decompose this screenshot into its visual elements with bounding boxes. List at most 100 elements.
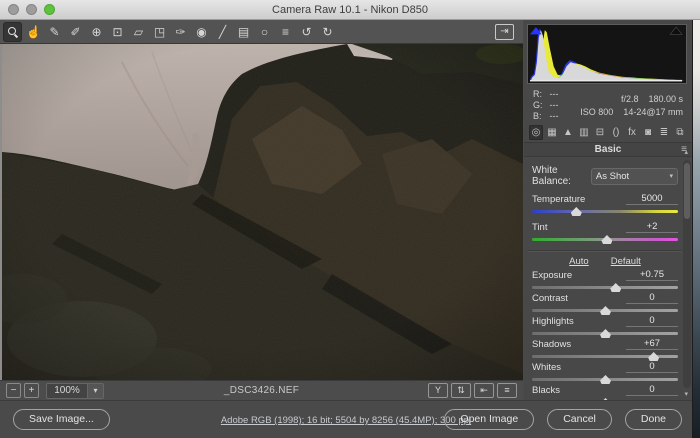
slider-track[interactable] [532, 305, 678, 315]
preferences-button[interactable]: ≡ [276, 22, 295, 42]
slider-value[interactable]: 0 [626, 292, 678, 304]
preview-mode-button[interactable]: Y [428, 383, 448, 398]
tab-presets[interactable]: ≣ [657, 125, 671, 140]
panel-scrollbar[interactable] [683, 160, 691, 388]
slider-track[interactable] [532, 328, 678, 338]
arrow-into-bar-icon: ⇤ [480, 386, 488, 395]
slider-label: Blacks [532, 385, 560, 396]
white-balance-label: White Balance: [532, 165, 591, 187]
slider-track[interactable] [532, 206, 678, 216]
radial-filter-tool[interactable]: ○ [255, 22, 274, 42]
rotate-left-icon: ↺ [301, 26, 311, 38]
done-button[interactable]: Done [625, 409, 682, 430]
graduated-filter-tool[interactable]: ▤ [234, 22, 253, 42]
window-title: Camera Raw 10.1 - Nikon D850 [0, 4, 700, 16]
straighten-tool[interactable]: ▱ [129, 22, 148, 42]
whites-slider: Whites 0 [532, 362, 678, 384]
lens-value: 14-24@17 mm [623, 107, 683, 117]
hand-tool[interactable]: ☝ [24, 22, 43, 42]
slider-value[interactable]: +2 [626, 221, 678, 233]
scroll-down-icon[interactable]: ▾ [684, 390, 688, 398]
highlight-clipping-indicator[interactable] [670, 27, 682, 34]
photo-preview[interactable] [2, 44, 523, 380]
camera-icon: ◙ [645, 128, 651, 138]
white-balance-tool[interactable]: ✎ [45, 22, 64, 42]
histogram[interactable] [527, 24, 687, 84]
tab-hsl-grayscale[interactable]: ▥ [577, 125, 591, 140]
color-sampler-tool[interactable]: ✐ [66, 22, 85, 42]
targeted-adjustment-tool[interactable]: ⊕ [87, 22, 106, 42]
rotate-cw-button[interactable]: ↻ [318, 22, 337, 42]
tab-snapshots[interactable]: ⧉ [673, 125, 687, 140]
tab-camera-calibration[interactable]: ◙ [641, 125, 655, 140]
desktop-background-strip [692, 20, 700, 438]
slider-track[interactable] [532, 374, 678, 384]
eyedropper-target-icon: ✐ [70, 26, 80, 38]
default-link[interactable]: Default [611, 256, 641, 267]
tab-split-toning[interactable]: ⊟ [593, 125, 607, 140]
cancel-button[interactable]: Cancel [547, 409, 612, 430]
rotate-ccw-button[interactable]: ↺ [297, 22, 316, 42]
preview-preferences-button[interactable]: ≡ [497, 383, 517, 398]
camera-raw-window: Camera Raw 10.1 - Nikon D850 ☝ ✎ ✐ ⊕ ⊡ ▱… [0, 0, 700, 438]
tab-detail[interactable]: ▲ [561, 125, 575, 140]
red-eye-tool[interactable]: ◉ [192, 22, 211, 42]
slider-thumb[interactable] [610, 283, 621, 292]
slider-track[interactable] [532, 234, 678, 244]
scroll-up-icon[interactable]: ▴ [684, 148, 688, 156]
tab-basic[interactable]: ◎ [529, 125, 543, 140]
preview-icon-group: Y ⇅ ⇤ ≡ [428, 383, 517, 398]
rgb-channel-value: --- [550, 111, 559, 121]
adjustment-brush-tool[interactable]: ╱ [213, 22, 232, 42]
swap-arrows-icon: ⇅ [457, 386, 465, 395]
tab-effects[interactable]: fx [625, 125, 639, 140]
slider-thumb[interactable] [601, 235, 612, 244]
spot-removal-tool[interactable]: ✑ [171, 22, 190, 42]
slider-value[interactable]: +67 [626, 338, 678, 350]
panel-tabs: ◎ ▦ ▲ ▥ ⊟ () fx ◙ ≣ ⧉ [526, 124, 690, 141]
slider-value[interactable]: +0.75 [626, 269, 678, 281]
histogram-plot [528, 25, 686, 83]
panel-header: Basic ≡ [524, 142, 692, 157]
footer-buttons: Open Image Cancel Done [444, 409, 682, 430]
copy-current-to-before-button[interactable]: ⇤ [474, 383, 494, 398]
target-circle-icon: ⊕ [91, 26, 101, 38]
tab-lens-corrections[interactable]: () [609, 125, 623, 140]
hand-icon: ☝ [26, 26, 41, 38]
aperture-value: f/2.8 [621, 94, 639, 104]
photo-canvas[interactable] [0, 44, 523, 380]
image-info: R: --- G: --- B: --- f/2.8 180.00 s ISO … [527, 88, 687, 122]
mountains-icon: ▲ [563, 128, 573, 138]
zoom-tool[interactable] [3, 22, 22, 42]
dialog-footer: Save Image... Adobe RGB (1998); 16 bit; … [0, 400, 692, 438]
slider-value[interactable]: 0 [626, 361, 678, 373]
toggle-fullscreen-button[interactable]: ⇥ [495, 24, 514, 40]
sliders-icon: ≣ [660, 128, 668, 138]
tab-tone-curve[interactable]: ▦ [545, 125, 559, 140]
slider-thumb[interactable] [600, 375, 611, 384]
slider-track[interactable] [532, 282, 678, 292]
rgb-channel-label: R: [533, 89, 547, 99]
wb-sliders: Temperature 5000 Tint +2 [532, 194, 678, 244]
slider-value[interactable]: 5000 [626, 193, 678, 205]
heal-brush-icon: ✑ [175, 26, 185, 38]
swap-before-after-button[interactable]: ⇅ [451, 383, 471, 398]
scrollbar-thumb[interactable] [684, 163, 690, 219]
slider-value[interactable]: 0 [626, 384, 678, 396]
temperature-slider: Temperature 5000 [532, 194, 678, 216]
open-image-button[interactable]: Open Image [444, 409, 534, 430]
transform-tool[interactable]: ◳ [150, 22, 169, 42]
adjustments-panel: R: --- G: --- B: --- f/2.8 180.00 s ISO … [524, 20, 692, 400]
slider-value[interactable]: 0 [626, 315, 678, 327]
crop-icon: ⊡ [112, 26, 122, 38]
white-balance-select[interactable]: As Shot ▾ [591, 168, 678, 185]
slider-thumb[interactable] [600, 306, 611, 315]
contrast-slider: Contrast 0 [532, 293, 678, 315]
slider-thumb[interactable] [648, 352, 659, 361]
crop-tool[interactable]: ⊡ [108, 22, 127, 42]
slider-thumb[interactable] [600, 329, 611, 338]
auto-link[interactable]: Auto [569, 256, 589, 267]
slider-thumb[interactable] [571, 207, 582, 216]
slider-track[interactable] [532, 351, 678, 361]
split-bars-icon: ⊟ [596, 128, 604, 138]
